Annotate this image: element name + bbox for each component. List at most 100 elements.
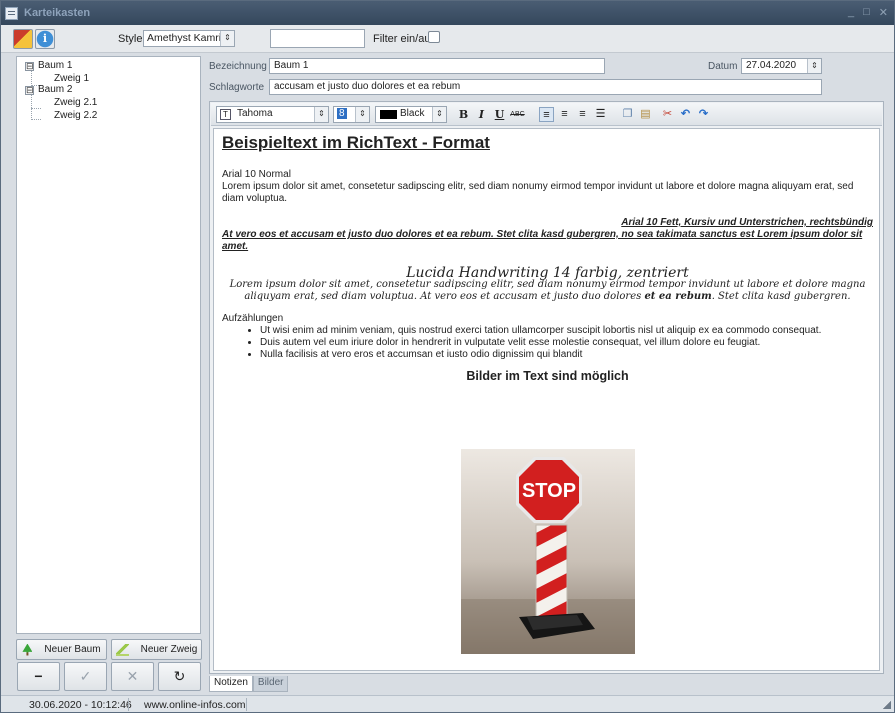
title-bar: Karteikasten _ □ ✕ [1,1,894,25]
redo-icon[interactable]: ↷ [696,107,711,122]
maximize-icon[interactable]: □ [863,6,870,19]
tree-node-zweig-2-2[interactable]: Zweig 2.2 [54,110,97,121]
new-tree-button[interactable]: Neuer Baum [16,639,107,660]
paste-icon[interactable]: ▤ [638,107,653,122]
tree-node-zweig-2-1[interactable]: Zweig 2.1 [54,97,97,108]
handwriting-text-b: . Stet clita kasd gubergren. [711,291,851,302]
stop-sign-image: STOP [461,449,635,654]
editor-tabs: Notizen Bilder [209,676,289,692]
tree-view[interactable]: ⊟ Baum 1 Zweig 1 ⊟ Baum 2 Zweig 2.1 Zwei… [16,56,201,634]
filter-input[interactable] [270,29,365,48]
color-value: Black [400,108,425,119]
tree-node-baum-2[interactable]: Baum 2 [38,84,72,95]
spinner-icon[interactable]: ⇕ [355,107,369,122]
tree-connector [31,108,41,109]
window-title: Karteikasten [24,7,91,19]
align-left-icon[interactable]: ≡ [539,107,554,122]
stop-sign-text: STOP [522,480,576,502]
arial-paragraph: Lorem ipsum dolor sit amet, consetetur s… [222,181,854,204]
minimize-icon[interactable]: _ [848,6,854,19]
cancel-icon: ✕ [126,668,139,684]
tree-connector [31,119,41,120]
delete-button[interactable]: − [17,662,60,691]
bezeichnung-label: Bezeichnung [209,61,267,72]
list-item: Duis autem vel eum iriure dolor in hendr… [260,337,873,349]
app-window: Karteikasten _ □ ✕ i Style Amethyst Kamr… [0,0,895,713]
handwriting-paragraph: Lorem ipsum dolor sit amet, consetetur s… [222,279,873,303]
spinner-icon[interactable]: ⇕ [314,107,328,122]
datum-label: Datum [708,61,738,72]
bullet-list-icon[interactable]: ☰ [593,107,608,122]
info-button[interactable]: i [35,29,55,49]
spinner-icon[interactable]: ⇕ [220,31,234,46]
tree-color-button[interactable] [13,29,33,49]
handwriting-heading: Lucida Handwriting 14 farbig, zentriert [406,265,689,281]
style-select[interactable]: Amethyst Kamri ⇕ [143,30,235,47]
align-right-icon[interactable]: ≡ [575,107,590,122]
refresh-icon: ↻ [173,668,186,684]
align-center-icon[interactable]: ≡ [557,107,572,122]
style-value: Amethyst Kamri [147,32,222,44]
arial-heading: Arial 10 Normal [222,169,291,180]
filter-checkbox[interactable] [428,31,440,43]
status-bar: 30.06.2020 - 10:12:46 www.online-infos.c… [1,695,894,712]
bold-icon[interactable]: B [456,107,471,122]
new-branch-button[interactable]: Neuer Zweig [111,639,202,660]
schlagworte-label: Schlagworte [209,82,265,93]
bezeichnung-input[interactable]: Baum 1 [269,58,605,74]
font-value: Tahoma [237,108,273,119]
collapse-icon[interactable]: ⊟ [25,62,34,71]
copy-icon[interactable]: ❐ [620,107,635,122]
close-icon[interactable]: ✕ [879,6,888,19]
cut-icon[interactable]: ✂ [660,107,675,122]
bullet-list: Ut wisi enim ad minim veniam, quis nostr… [222,325,873,361]
undo-icon[interactable]: ↶ [678,107,693,122]
info-icon: i [42,32,48,45]
tab-bilder[interactable]: Bilder [252,676,289,692]
collapse-icon[interactable]: ⊟ [25,86,34,95]
schlagworte-input[interactable]: accusam et justo duo dolores et ea rebum [269,79,822,95]
italic-icon[interactable]: I [474,107,489,122]
image-heading: Bilder im Text sind möglich [466,369,629,383]
refresh-button[interactable]: ↻ [158,662,201,691]
branch-icon [115,643,129,656]
color-swatch [380,110,397,119]
check-icon: ✓ [79,668,92,684]
tree-connector [31,69,32,86]
strikethrough-icon[interactable]: ABC [510,107,525,122]
minus-icon: − [34,668,43,684]
cancel-button[interactable]: ✕ [111,662,154,691]
spinner-icon[interactable]: ⇕ [807,59,821,73]
document-heading: Beispieltext im RichText - Format [222,133,490,152]
resize-grip-icon[interactable] [883,701,891,709]
new-branch-label: Neuer Zweig [140,644,198,655]
tree-node-zweig-1[interactable]: Zweig 1 [54,73,89,84]
new-tree-label: Neuer Baum [44,644,101,655]
document-area[interactable]: Beispieltext im RichText - Format Arial … [213,128,880,671]
status-separator [128,698,129,711]
spinner-icon[interactable]: ⇕ [432,107,446,122]
font-select[interactable]: T Tahoma ⇕ [216,106,329,123]
color-select[interactable]: Black ⇕ [375,106,447,123]
app-icon [5,6,18,20]
tree-icon [22,643,33,656]
status-website: www.online-infos.com [144,699,246,711]
datum-value: 27.04.2020 [746,60,797,71]
bold-heading: Arial 10 Fett, Kursiv und Unterstrichen,… [621,217,873,228]
bold-paragraph: At vero eos et accusam et justo duo dolo… [222,229,863,252]
underline-icon[interactable]: U [492,107,507,122]
save-button[interactable]: ✓ [64,662,107,691]
list-heading: Aufzählungen [222,313,284,324]
list-item: Nulla facilisis at vero eros et accumsan… [260,349,873,361]
list-item: Ut wisi enim ad minim veniam, quis nostr… [260,325,873,337]
format-toolbar: T Tahoma ⇕ 8 ⇕ Black ⇕ B I U ABC ≡ ≡ ≡ ☰… [211,103,882,126]
size-value: 8 [337,108,347,119]
status-datetime: 30.06.2020 - 10:12:46 [29,699,132,711]
handwriting-bold: et ea rebum [644,291,712,302]
tab-notizen[interactable]: Notizen [209,676,253,692]
richtext-editor: T Tahoma ⇕ 8 ⇕ Black ⇕ B I U ABC ≡ ≡ ≡ ☰… [209,101,884,674]
font-icon: T [220,109,231,120]
datum-select[interactable]: 27.04.2020 ⇕ [741,58,822,74]
size-select[interactable]: 8 ⇕ [333,106,370,123]
tree-node-baum-1[interactable]: Baum 1 [38,60,72,71]
